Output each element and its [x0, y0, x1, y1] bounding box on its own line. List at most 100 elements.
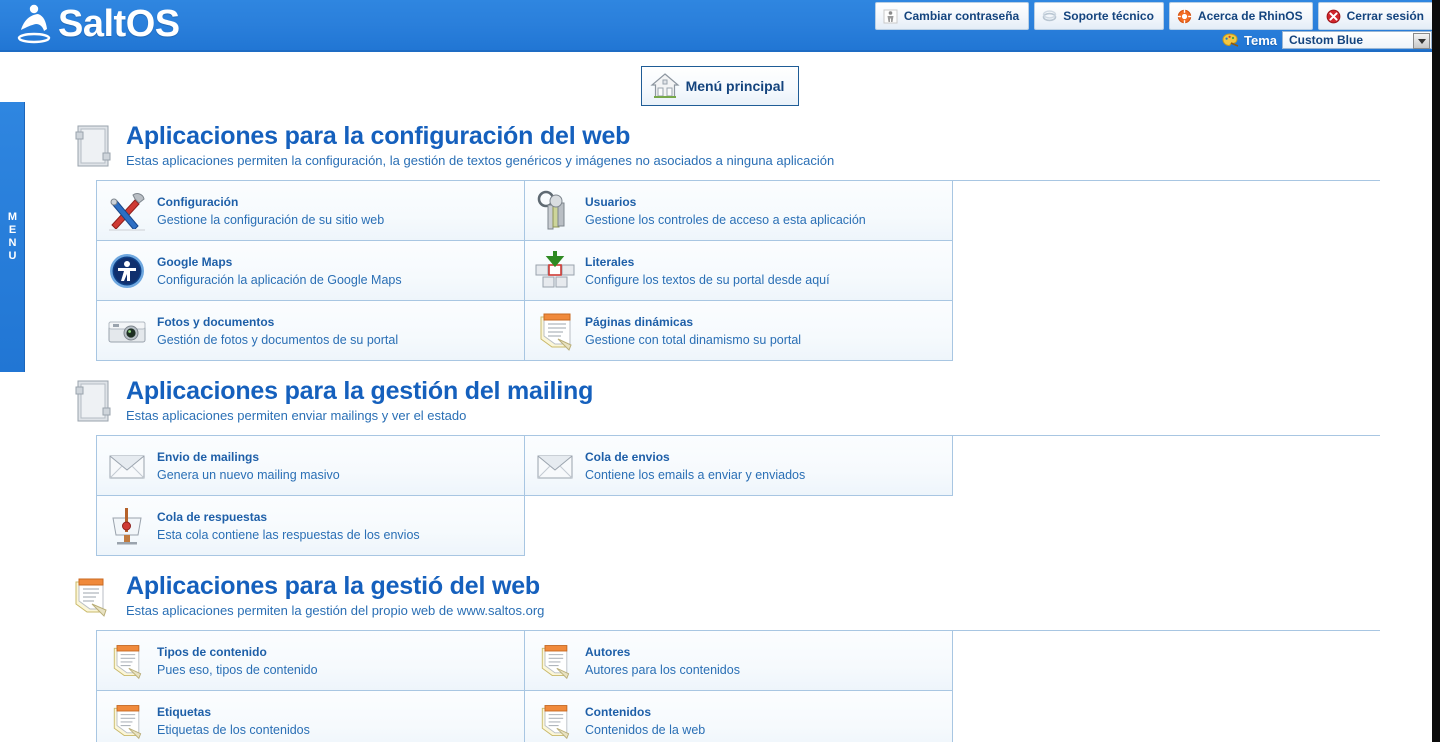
app-card-desc: Esta cola contiene las respuestas de los… — [157, 528, 420, 542]
theme-select[interactable]: Custom Blue — [1282, 31, 1432, 49]
app-card-title: Cola de envios — [585, 450, 670, 464]
technical-support-label: Soporte técnico — [1063, 9, 1154, 23]
app-card-desc: Etiquetas de los contenidos — [157, 723, 310, 737]
app-card-paginas-dinamicas[interactable]: Páginas dinámicas Gestione con total din… — [525, 301, 953, 361]
app-card-tipos-de-contenido[interactable]: Tipos de contenido Pues eso, tipos de co… — [97, 631, 525, 691]
app-card-title: Contenidos — [585, 705, 651, 719]
notepad-icon — [103, 697, 151, 742]
section-description: Estas aplicaciones permiten la gestión d… — [126, 603, 545, 618]
app-card-desc: Contiene los emails a enviar y enviados — [585, 468, 806, 482]
section-title: Aplicaciones para la gestión del mailing — [126, 377, 594, 405]
app-card-fotos-documentos[interactable]: Fotos y documentos Gestión de fotos y do… — [97, 301, 525, 361]
app-card-literales[interactable]: Literales Configure los textos de su por… — [525, 241, 953, 301]
camera-icon — [103, 307, 151, 355]
logout-button[interactable]: Cerrar sesión — [1317, 2, 1434, 30]
section-apps-grid: Envio de mailings Genera un nuevo mailin… — [96, 435, 1380, 556]
section-gestion-web: Aplicaciones para la gestió del web Esta… — [70, 556, 1440, 742]
app-card-title: Google Maps — [157, 255, 233, 269]
scrollbar-right[interactable] — [1432, 0, 1440, 742]
notepad-icon — [531, 697, 579, 742]
logout-label: Cerrar sesión — [1346, 9, 1424, 23]
app-card-envio-de-mailings[interactable]: Envio de mailings Genera un nuevo mailin… — [97, 436, 525, 496]
brand-name: SaltOS — [58, 3, 180, 45]
app-card-autores[interactable]: Autores Autores para los contenidos — [525, 631, 953, 691]
app-card-desc: Configuración la aplicación de Google Ma… — [157, 273, 402, 287]
palette-icon — [1222, 33, 1239, 47]
section-config-web: Aplicaciones para la configuración del w… — [70, 106, 1440, 361]
saltos-logo-icon — [17, 4, 51, 44]
app-card-configuracion[interactable]: Configuración Gestione la configuración … — [97, 181, 525, 241]
main-menu-button-label: Menú principal — [685, 78, 785, 94]
chevron-down-icon[interactable] — [1413, 33, 1430, 49]
app-card-title: Literales — [585, 255, 635, 269]
notepad-icon — [75, 578, 107, 617]
notepad-icon — [103, 637, 151, 685]
page-stack-icon — [75, 125, 111, 167]
app-card-desc: Genera un nuevo mailing masivo — [157, 468, 340, 482]
notepad-icon — [531, 637, 579, 685]
theme-selector-bar: Tema Custom Blue — [1222, 31, 1432, 49]
section-header: Aplicaciones para la configuración del w… — [70, 120, 1440, 170]
section-title: Aplicaciones para la gestió del web — [126, 572, 540, 600]
top-navigation: Cambiar contraseña Soporte técnico Acerc… — [874, 2, 1434, 30]
app-card-desc: Gestione la configuración de su sitio we… — [157, 213, 385, 227]
app-card-title: Usuarios — [585, 195, 637, 209]
section-description: Estas aplicaciones permiten la configura… — [126, 153, 835, 168]
section-description: Estas aplicaciones permiten enviar maili… — [126, 408, 467, 423]
app-card-desc: Contenidos de la web — [585, 723, 706, 737]
sidebar-menu-label: MENU — [6, 211, 19, 263]
page-body: MENU Menú principal Aplicaciones para la… — [0, 52, 1440, 742]
app-card-usuarios[interactable]: Usuarios Gestione los controles de acces… — [525, 181, 953, 241]
about-rhinos-button[interactable]: Acerca de RhinOS — [1168, 2, 1313, 30]
section-mailing: Aplicaciones para la gestión del mailing… — [70, 361, 1440, 556]
main-content: Menú principal Aplicaciones para la conf… — [24, 52, 1440, 742]
app-card-desc: Pues eso, tipos de contenido — [157, 663, 318, 677]
app-card-contenidos[interactable]: Contenidos Contenidos de la web — [525, 691, 953, 742]
lifering-orange-icon — [1177, 9, 1192, 23]
app-card-title: Configuración — [157, 195, 239, 209]
app-card-cola-de-envios[interactable]: Cola de envios Contiene los emails a env… — [525, 436, 953, 496]
notepad-icon — [531, 307, 579, 355]
section-apps-grid: Tipos de contenido Pues eso, tipos de co… — [96, 630, 1380, 742]
app-card-title: Páginas dinámicas — [585, 315, 694, 329]
main-menu-button[interactable]: Menú principal — [640, 66, 800, 106]
app-card-title: Autores — [585, 645, 631, 659]
literals-download-icon — [531, 247, 579, 295]
change-password-label: Cambiar contraseña — [903, 9, 1020, 23]
app-card-desc: Autores para los contenidos — [585, 663, 740, 677]
key-person-icon — [883, 9, 898, 23]
section-header: Aplicaciones para la gestión del mailing… — [70, 375, 1440, 425]
about-rhinos-label: Acerca de RhinOS — [1197, 9, 1303, 23]
change-password-button[interactable]: Cambiar contraseña — [874, 2, 1030, 30]
tools-icon — [103, 187, 151, 235]
section-title: Aplicaciones para la configuración del w… — [126, 122, 631, 150]
app-card-desc: Gestione los controles de acceso a esta … — [585, 213, 866, 227]
lifebuoy-gray-icon — [1042, 9, 1057, 21]
app-card-google-maps[interactable]: Google Maps Configuración la aplicación … — [97, 241, 525, 301]
app-card-cola-de-respuestas[interactable]: Cola de respuestas Esta cola contiene la… — [97, 496, 525, 556]
app-card-desc: Gestione con total dinamismo su portal — [585, 333, 802, 347]
keys-icon — [531, 187, 579, 235]
app-card-desc: Configure los textos de su portal desde … — [585, 273, 830, 287]
app-card-title: Tipos de contenido — [157, 645, 267, 659]
sidebar-menu-toggle[interactable]: MENU — [0, 102, 25, 372]
app-card-title: Envio de mailings — [157, 450, 260, 464]
section-header: Aplicaciones para la gestió del web Esta… — [70, 570, 1440, 620]
app-card-title: Fotos y documentos — [157, 315, 275, 329]
brand: SaltOS — [14, 1, 180, 47]
app-card-title: Etiquetas — [157, 705, 212, 719]
app-card-title: Cola de respuestas — [157, 510, 268, 524]
top-bar: SaltOS Cambiar contraseña Soporte técnic… — [0, 0, 1440, 52]
theme-label: Tema — [1244, 32, 1277, 48]
close-red-icon — [1326, 9, 1341, 23]
technical-support-button[interactable]: Soporte técnico — [1034, 2, 1164, 30]
main-menu-button-wrap: Menú principal — [0, 52, 1440, 106]
inbox-tray-icon — [103, 502, 151, 550]
app-card-etiquetas[interactable]: Etiquetas Etiquetas de los contenidos — [97, 691, 525, 742]
page-stack-icon — [75, 380, 111, 422]
section-apps-grid: Configuración Gestione la configuración … — [96, 180, 1380, 361]
theme-select-value: Custom Blue — [1289, 33, 1364, 47]
envelope-icon — [531, 442, 579, 490]
accessibility-globe-icon — [103, 247, 151, 295]
envelope-icon — [103, 442, 151, 490]
